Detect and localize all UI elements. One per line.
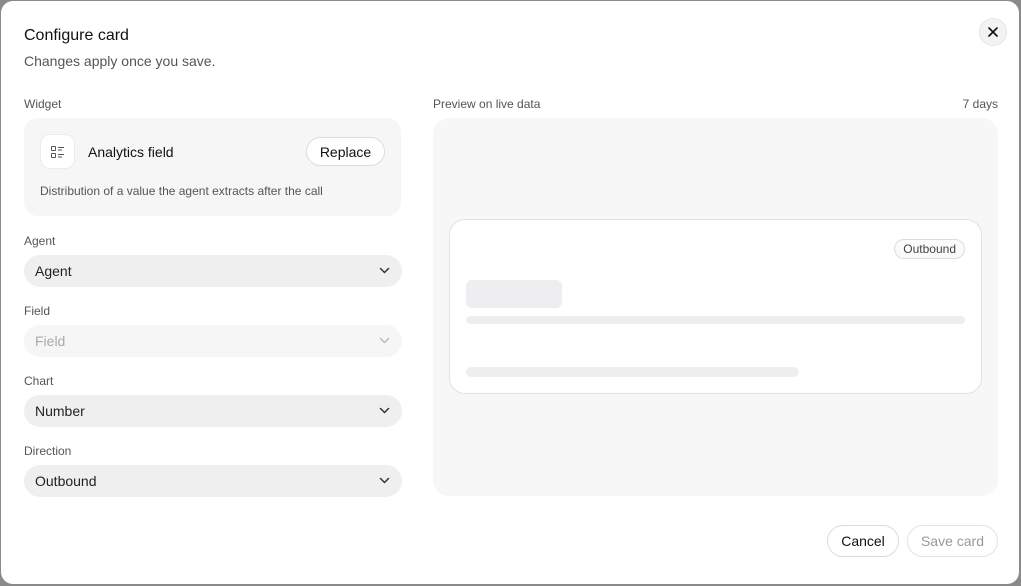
preview-card: Outbound <box>449 219 982 394</box>
preview-area: Outbound <box>433 118 998 496</box>
field-select[interactable]: Field <box>24 325 402 357</box>
preview-range: 7 days <box>962 97 998 111</box>
agent-label: Agent <box>24 234 56 248</box>
field-label: Field <box>24 304 51 318</box>
configure-card-dialog: Configure card Changes apply once you sa… <box>1 1 1019 584</box>
close-icon <box>988 27 998 37</box>
direction-label: Direction <box>24 444 72 458</box>
direction-select-value: Outbound <box>35 473 97 489</box>
skeleton-bar <box>466 316 965 324</box>
chevron-down-icon <box>379 337 390 344</box>
agent-select[interactable]: Agent <box>24 255 402 287</box>
close-button[interactable] <box>979 18 1007 46</box>
chart-select-value: Number <box>35 403 85 419</box>
widget-description: Distribution of a value the agent extrac… <box>40 184 323 198</box>
skeleton-caption <box>466 367 799 377</box>
field-select-value: Field <box>35 333 66 349</box>
agent-select-value: Agent <box>35 263 72 279</box>
direction-select[interactable]: Outbound <box>24 465 402 497</box>
widget-section-label: Widget <box>24 97 62 111</box>
widget-name: Analytics field <box>88 144 174 160</box>
chart-label: Chart <box>24 374 54 388</box>
skeleton-value <box>466 280 562 308</box>
dialog-subtitle: Changes apply once you save. <box>24 53 216 69</box>
dialog-title: Configure card <box>24 27 129 44</box>
chevron-down-icon <box>379 477 390 484</box>
preview-label: Preview on live data <box>433 97 541 111</box>
chevron-down-icon <box>379 407 390 414</box>
direction-badge: Outbound <box>894 239 965 259</box>
save-card-button[interactable]: Save card <box>907 525 998 557</box>
replace-button[interactable]: Replace <box>306 137 385 166</box>
list-icon <box>40 134 75 169</box>
cancel-button[interactable]: Cancel <box>827 525 899 557</box>
chevron-down-icon <box>379 267 390 274</box>
chart-select[interactable]: Number <box>24 395 402 427</box>
widget-card: Analytics field Replace Distribution of … <box>24 118 401 216</box>
